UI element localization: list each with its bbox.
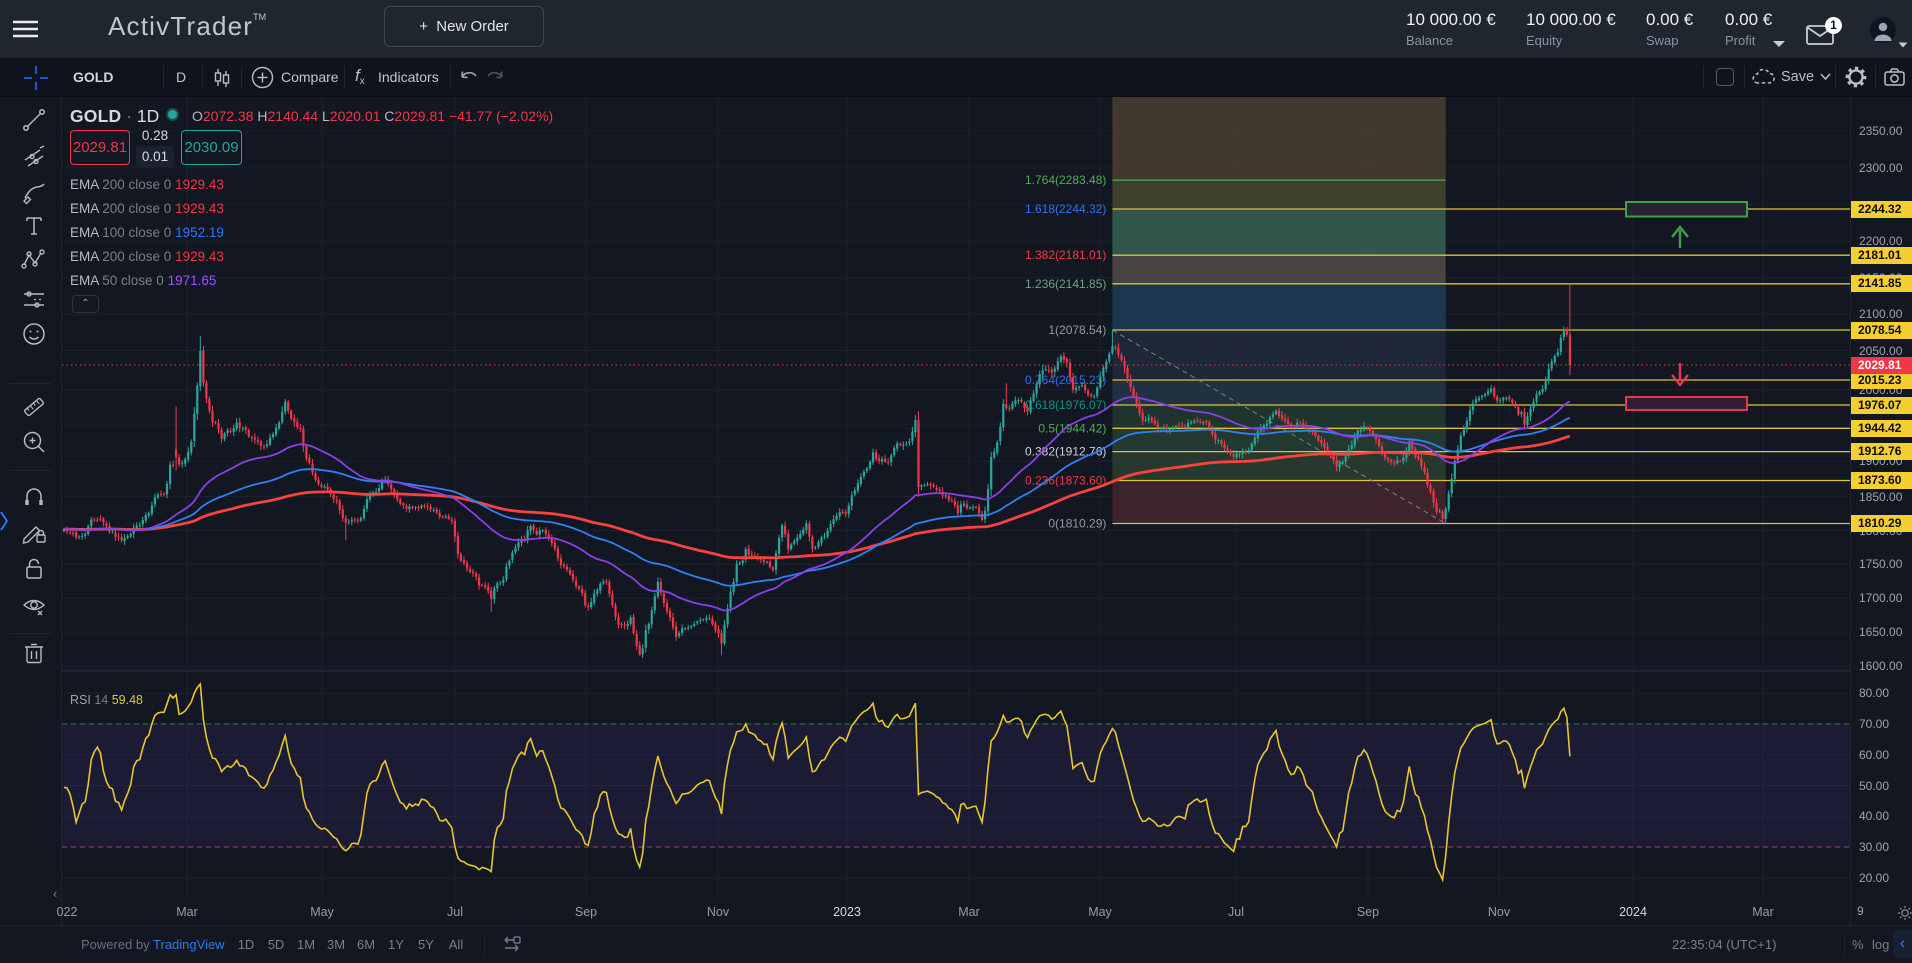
svg-text:1.764(2283.48): 1.764(2283.48) [1025, 173, 1106, 187]
svg-text:1.618(2244.32): 1.618(2244.32) [1025, 202, 1106, 216]
svg-text:0.236(1873.60): 0.236(1873.60) [1025, 474, 1106, 488]
svg-text:0.618(1976.07): 0.618(1976.07) [1025, 398, 1106, 412]
svg-text:1.382(2181.01): 1.382(2181.01) [1025, 248, 1106, 262]
svg-text:1(2078.54): 1(2078.54) [1048, 323, 1106, 337]
svg-text:0(1810.29): 0(1810.29) [1048, 517, 1106, 531]
svg-text:1.236(2141.85): 1.236(2141.85) [1025, 277, 1106, 291]
svg-text:RSI 14 59.48: RSI 14 59.48 [70, 693, 143, 707]
